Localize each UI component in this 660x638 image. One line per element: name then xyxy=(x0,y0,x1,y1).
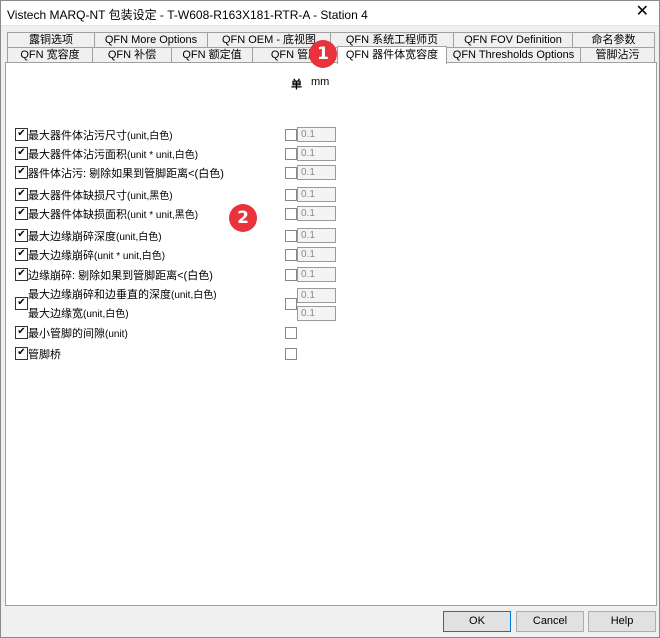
row-checkbox[interactable]: ✔ xyxy=(15,128,28,141)
tab-copper-options[interactable]: 露铜选项 xyxy=(7,32,95,48)
row-checkbox[interactable]: ✔ xyxy=(15,248,28,261)
help-button[interactable]: Help xyxy=(588,611,656,632)
close-icon[interactable]: ✕ xyxy=(636,3,649,21)
row-sub-checkbox[interactable] xyxy=(285,230,297,242)
row-label: 最大器件体缺损尺寸(unit,黑色) xyxy=(28,190,173,202)
settings-dialog: Vistech MARQ-NT 包装设定 - T-W608-R163X181-R… xyxy=(0,0,660,638)
tab-pin-contamination[interactable]: 管脚沾污 xyxy=(580,47,655,63)
title-bar: Vistech MARQ-NT 包装设定 - T-W608-R163X181-R… xyxy=(1,1,659,26)
row-sub-checkbox[interactable] xyxy=(285,148,297,160)
row-label: 最大边缘崩碎(unit * unit,白色) xyxy=(28,250,166,262)
row-label: 最大边缘崩碎和边垂直的深度(unit,白色) xyxy=(28,289,217,301)
row-sub-checkbox[interactable] xyxy=(285,167,297,179)
row-value-field[interactable]: 0.1 xyxy=(297,247,336,262)
row-checkbox[interactable]: ✔ xyxy=(15,166,28,179)
annotation-badge-1: 1 xyxy=(309,40,337,68)
row-label: 最大边缘崩碎深度(unit,白色) xyxy=(28,231,162,243)
row-label-secondary: 最大边缘宽(unit,白色) xyxy=(28,308,129,320)
row-value-field[interactable]: 0.1 xyxy=(297,228,336,243)
tab-qfn-thresholds-options[interactable]: QFN Thresholds Options xyxy=(446,47,581,63)
row-value-field[interactable]: 0.1 xyxy=(297,165,336,180)
row-label: 最大器件体沾污尺寸(unit,白色) xyxy=(28,130,173,142)
row-checkbox[interactable]: ✔ xyxy=(15,326,28,339)
row-sub-checkbox[interactable] xyxy=(285,327,297,339)
row-label: 管脚桥 xyxy=(28,349,61,361)
row-checkbox[interactable]: ✔ xyxy=(15,147,28,160)
tab-qfn-body-tolerance[interactable]: QFN 器件体宽容度 xyxy=(337,46,447,64)
window-title: Vistech MARQ-NT 包装设定 - T-W608-R163X181-R… xyxy=(7,8,368,22)
row-sub-checkbox[interactable] xyxy=(285,189,297,201)
row-sub-checkbox[interactable] xyxy=(285,348,297,360)
row-checkbox[interactable]: ✔ xyxy=(15,297,28,310)
row-checkbox[interactable]: ✔ xyxy=(15,188,28,201)
row-checkbox[interactable]: ✔ xyxy=(15,347,28,360)
tab-qfn-compensation[interactable]: QFN 补偿 xyxy=(92,47,172,63)
row-value-field[interactable]: 0.1 xyxy=(297,288,336,303)
row-sub-checkbox[interactable] xyxy=(285,129,297,141)
annotation-badge-2: 2 xyxy=(229,204,257,232)
row-sub-checkbox[interactable] xyxy=(285,249,297,261)
row-label: 器件体沾污: 剔除如果到管脚距离<(白色) xyxy=(28,168,224,180)
row-value-field-secondary[interactable]: 0.1 xyxy=(297,306,336,321)
row-checkbox[interactable]: ✔ xyxy=(15,207,28,220)
tab-panel: 单 mm ✔ 最大器件体沾污尺寸(unit,白色) 0.1 ✔ 最大器件体沾污面… xyxy=(5,62,657,606)
row-value-field[interactable]: 0.1 xyxy=(297,127,336,142)
row-sub-checkbox[interactable] xyxy=(285,208,297,220)
row-value-field[interactable]: 0.1 xyxy=(297,267,336,282)
unit-header: 单 xyxy=(291,79,302,91)
row-label: 最大器件体缺损面积(unit * unit,黑色) xyxy=(28,209,199,221)
tab-qfn-tolerance[interactable]: QFN 宽容度 xyxy=(7,47,93,63)
row-label: 边缘崩碎: 剔除如果到管脚距离<(白色) xyxy=(28,270,213,282)
row-value-field[interactable]: 0.1 xyxy=(297,146,336,161)
tab-qfn-more-options[interactable]: QFN More Options xyxy=(94,32,208,48)
row-label: 最大器件体沾污面积(unit * unit,白色) xyxy=(28,149,199,161)
row-sub-checkbox[interactable] xyxy=(285,269,297,281)
unit-value: mm xyxy=(311,76,330,88)
row-label: 最小管脚的间隙(unit) xyxy=(28,328,128,340)
tab-qfn-fov-definition[interactable]: QFN FOV Definition xyxy=(453,32,573,48)
row-value-field[interactable]: 0.1 xyxy=(297,187,336,202)
ok-button[interactable]: OK xyxy=(443,611,511,632)
tab-naming-parameters[interactable]: 命名参数 xyxy=(572,32,655,48)
row-sub-checkbox[interactable] xyxy=(285,298,297,310)
row-value-field[interactable]: 0.1 xyxy=(297,206,336,221)
tab-qfn-nominal[interactable]: QFN 额定值 xyxy=(171,47,253,63)
row-checkbox[interactable]: ✔ xyxy=(15,268,28,281)
cancel-button[interactable]: Cancel xyxy=(516,611,584,632)
row-checkbox[interactable]: ✔ xyxy=(15,229,28,242)
